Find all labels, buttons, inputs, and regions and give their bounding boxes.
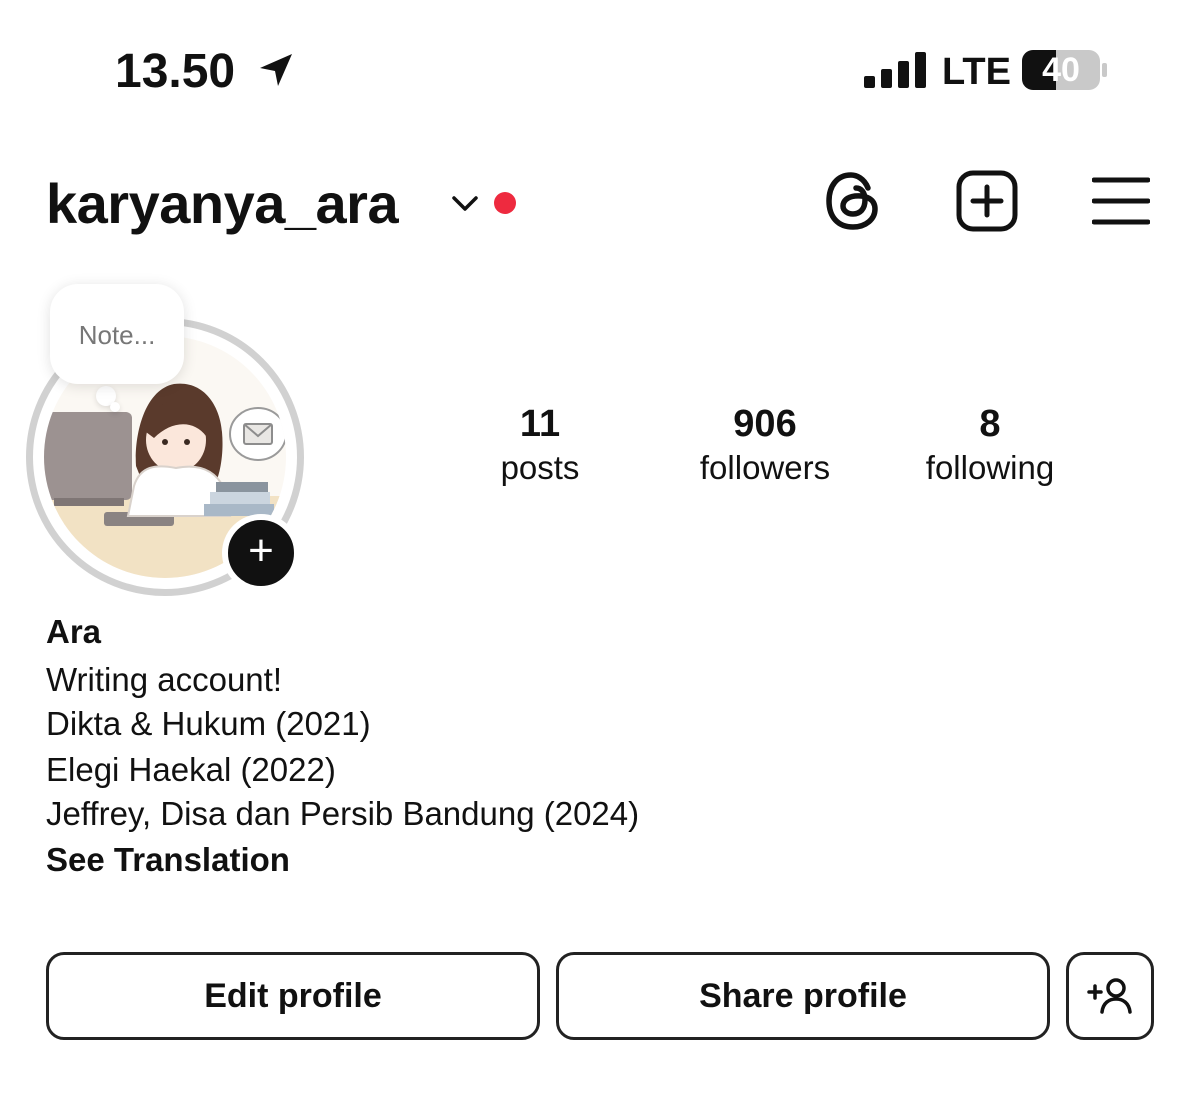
account-username[interactable]: karyanya_ara — [46, 172, 399, 236]
share-profile-button[interactable]: Share profile — [556, 952, 1050, 1040]
discover-people-button[interactable] — [1066, 952, 1154, 1040]
followers-label: followers — [699, 449, 831, 486]
see-translation-link[interactable]: See Translation — [46, 838, 290, 882]
bio-line: Elegi Haekal (2022) — [46, 751, 336, 788]
posts-count: 11 — [519, 403, 561, 445]
add-story-button[interactable]: + — [222, 514, 300, 592]
bio-line: Jeffrey, Disa dan Persib Bandung (2024) — [46, 795, 640, 832]
battery-level: 40 — [1042, 51, 1080, 89]
note-bubble[interactable]: Note... — [50, 284, 184, 384]
note-placeholder: Note... — [78, 320, 156, 350]
note-bubble-dot-small — [110, 402, 120, 412]
status-time: 13.50 — [115, 45, 236, 98]
add-person-icon — [1087, 978, 1132, 1014]
plus-icon: + — [248, 526, 274, 575]
chevron-down-icon[interactable] — [450, 192, 480, 214]
signal-icon — [864, 52, 926, 88]
create-post-icon[interactable] — [956, 170, 1018, 232]
bio-line: Dikta & Hukum (2021) — [46, 705, 371, 742]
stat-posts[interactable]: 11 posts — [460, 402, 620, 490]
threads-icon[interactable] — [824, 170, 882, 232]
stat-following[interactable]: 8 following — [900, 402, 1080, 490]
notification-dot — [494, 192, 516, 214]
edit-profile-button[interactable]: Edit profile — [46, 952, 540, 1040]
profile-name: Ara — [46, 613, 102, 650]
location-arrow-icon — [260, 54, 292, 86]
stat-followers[interactable]: 906 followers — [670, 402, 860, 490]
battery-icon: 40 — [1020, 48, 1108, 92]
network-type: LTE — [942, 51, 1011, 93]
posts-label: posts — [500, 449, 580, 486]
following-count: 8 — [979, 403, 1001, 445]
bio-line: Writing account! — [46, 661, 282, 698]
following-label: following — [925, 449, 1055, 486]
followers-count: 906 — [733, 403, 797, 445]
menu-icon[interactable] — [1092, 176, 1150, 226]
